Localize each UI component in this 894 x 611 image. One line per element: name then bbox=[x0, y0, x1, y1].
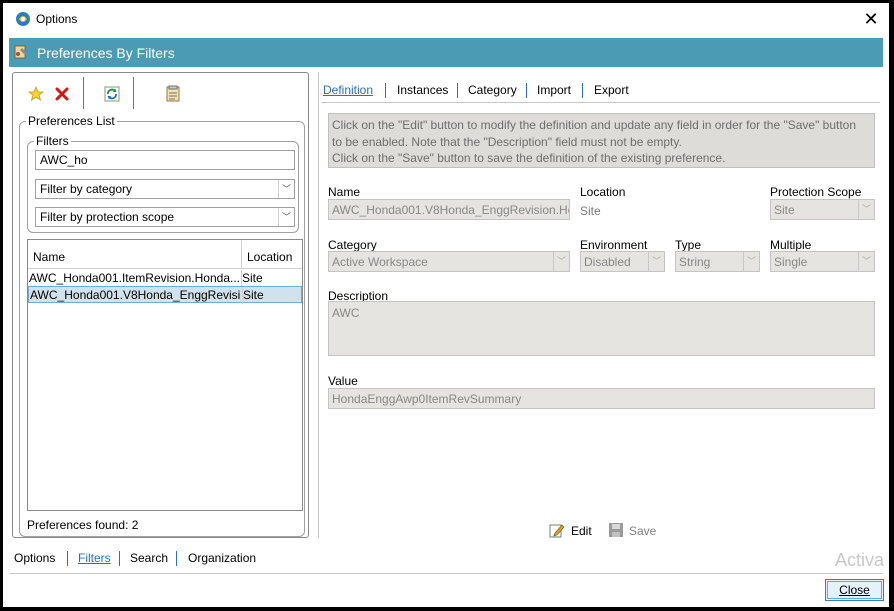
bottom-tab-organization[interactable]: Organization bbox=[188, 551, 256, 565]
tab-definition[interactable]: Definition bbox=[323, 83, 373, 97]
protection-scope-select[interactable]: Site ﹀ bbox=[770, 199, 875, 220]
tab-separator bbox=[119, 551, 120, 566]
edit-label: Edit bbox=[571, 524, 592, 538]
filter-category-value: Filter by category bbox=[40, 182, 133, 196]
table-row[interactable]: AWC_Honda001.ItemRevision.Honda.... Site bbox=[28, 270, 302, 287]
tab-separator bbox=[176, 551, 177, 566]
window-title: Options bbox=[36, 12, 78, 26]
options-window: Options ✕ Preferences By Filters Prefere… bbox=[3, 3, 889, 607]
tab-separator bbox=[582, 83, 583, 98]
table-row-selected[interactable]: AWC_Honda001.V8Honda_EnggRevisi... Site bbox=[28, 286, 302, 304]
document-icon[interactable] bbox=[164, 85, 182, 103]
edit-pencil-icon bbox=[549, 524, 565, 538]
column-header-name[interactable]: Name bbox=[33, 250, 65, 264]
instructions-line: Click on the "Edit" button to modify the… bbox=[332, 118, 857, 132]
filters-label: Filters bbox=[34, 134, 71, 148]
row-location: Site bbox=[242, 271, 263, 285]
instructions-line: to be enabled. Note that the "Descriptio… bbox=[332, 134, 682, 149]
column-header-location[interactable]: Location bbox=[247, 250, 292, 264]
bottom-tab-search[interactable]: Search bbox=[130, 551, 168, 565]
type-select[interactable]: String ﹀ bbox=[675, 251, 760, 272]
category-label: Category bbox=[328, 238, 377, 252]
star-add-icon[interactable] bbox=[27, 85, 45, 103]
save-disk-icon bbox=[609, 523, 623, 537]
pane-splitter[interactable] bbox=[318, 72, 319, 538]
row-name: AWC_Honda001.V8Honda_EnggRevisi... bbox=[30, 288, 240, 302]
chevron-down-icon: ﹀ bbox=[278, 208, 294, 226]
tab-separator bbox=[457, 83, 458, 98]
chevron-down-icon: ﹀ bbox=[553, 252, 569, 271]
filter-scope-select[interactable]: Filter by protection scope ﹀ bbox=[35, 207, 295, 227]
toolbar-separator bbox=[83, 77, 84, 109]
tab-underline bbox=[321, 102, 880, 103]
value-field[interactable]: HondaEnggAwp0ItemRevSummary bbox=[328, 388, 875, 409]
delete-icon[interactable] bbox=[53, 85, 71, 103]
name-field[interactable]: AWC_Honda001.V8Honda_EnggRevision.Hor bbox=[328, 199, 570, 220]
environment-label: Environment bbox=[580, 238, 648, 252]
activation-watermark: Activa bbox=[835, 550, 885, 570]
value-label: Value bbox=[328, 374, 358, 388]
chevron-down-icon: ﹀ bbox=[648, 252, 664, 271]
close-button[interactable]: Close bbox=[825, 579, 884, 601]
bottom-tab-filters[interactable]: Filters bbox=[78, 551, 111, 565]
environment-select[interactable]: Disabled ﹀ bbox=[580, 251, 665, 272]
toolbar-separator bbox=[133, 77, 134, 109]
filter-scope-value: Filter by protection scope bbox=[40, 210, 175, 224]
footer-divider bbox=[9, 573, 883, 574]
preferences-list-pane: Preferences List Filters AWC_ho Filter b… bbox=[12, 72, 309, 538]
preferences-tool-icon bbox=[14, 45, 27, 59]
title-bar: Options ✕ bbox=[3, 3, 889, 37]
environment-value: Disabled bbox=[584, 255, 631, 269]
category-select[interactable]: Active Workspace ﹀ bbox=[328, 251, 570, 272]
type-label: Type bbox=[675, 238, 702, 252]
chevron-down-icon: ﹀ bbox=[278, 180, 294, 198]
row-location: Site bbox=[243, 288, 264, 302]
tab-import[interactable]: Import bbox=[537, 83, 571, 97]
multiple-label: Multiple bbox=[770, 238, 812, 252]
window-close-button[interactable]: ✕ bbox=[859, 7, 883, 31]
app-logo-icon bbox=[16, 12, 30, 26]
filter-category-select[interactable]: Filter by category ﹀ bbox=[35, 179, 295, 199]
category-value: Active Workspace bbox=[332, 255, 428, 269]
location-label: Location bbox=[580, 185, 626, 199]
chevron-down-icon: ﹀ bbox=[858, 200, 874, 219]
protection-scope-label: Protection Scope bbox=[770, 185, 862, 199]
save-label: Save bbox=[629, 524, 657, 538]
bottom-tab-options[interactable]: Options bbox=[14, 551, 55, 565]
tab-instances[interactable]: Instances bbox=[397, 83, 448, 97]
table-header: Name Location bbox=[28, 240, 302, 269]
preferences-banner: Preferences By Filters bbox=[9, 38, 883, 67]
tab-export[interactable]: Export bbox=[594, 83, 629, 97]
chevron-down-icon: ﹀ bbox=[743, 252, 759, 271]
refresh-icon[interactable] bbox=[103, 85, 121, 103]
preferences-table: Name Location AWC_Honda001.ItemRevision.… bbox=[27, 239, 303, 511]
close-label: Close bbox=[839, 583, 870, 597]
location-value: Site bbox=[580, 204, 601, 218]
instructions-box: Click on the "Edit" button to modify the… bbox=[328, 113, 875, 168]
tab-separator bbox=[67, 551, 68, 566]
row-name: AWC_Honda001.ItemRevision.Honda.... bbox=[29, 271, 239, 285]
preferences-list-label: Preferences List bbox=[26, 114, 117, 128]
filter-text-input[interactable]: AWC_ho bbox=[35, 150, 295, 170]
column-divider[interactable] bbox=[241, 240, 242, 269]
preferences-found-count: Preferences found: 2 bbox=[27, 518, 139, 532]
type-value: String bbox=[679, 255, 711, 269]
tab-separator bbox=[385, 83, 386, 98]
chevron-down-icon: ﹀ bbox=[858, 252, 874, 271]
instructions-line: Click on the "Save" button to save the d… bbox=[332, 151, 726, 165]
multiple-select[interactable]: Single ﹀ bbox=[770, 251, 875, 272]
name-label: Name bbox=[328, 185, 361, 199]
tab-category[interactable]: Category bbox=[468, 83, 517, 97]
multiple-value: Single bbox=[774, 255, 808, 269]
tab-separator bbox=[526, 83, 527, 98]
description-field[interactable]: AWC bbox=[328, 301, 875, 356]
protection-scope-value: Site bbox=[774, 203, 795, 217]
banner-title: Preferences By Filters bbox=[37, 45, 175, 61]
